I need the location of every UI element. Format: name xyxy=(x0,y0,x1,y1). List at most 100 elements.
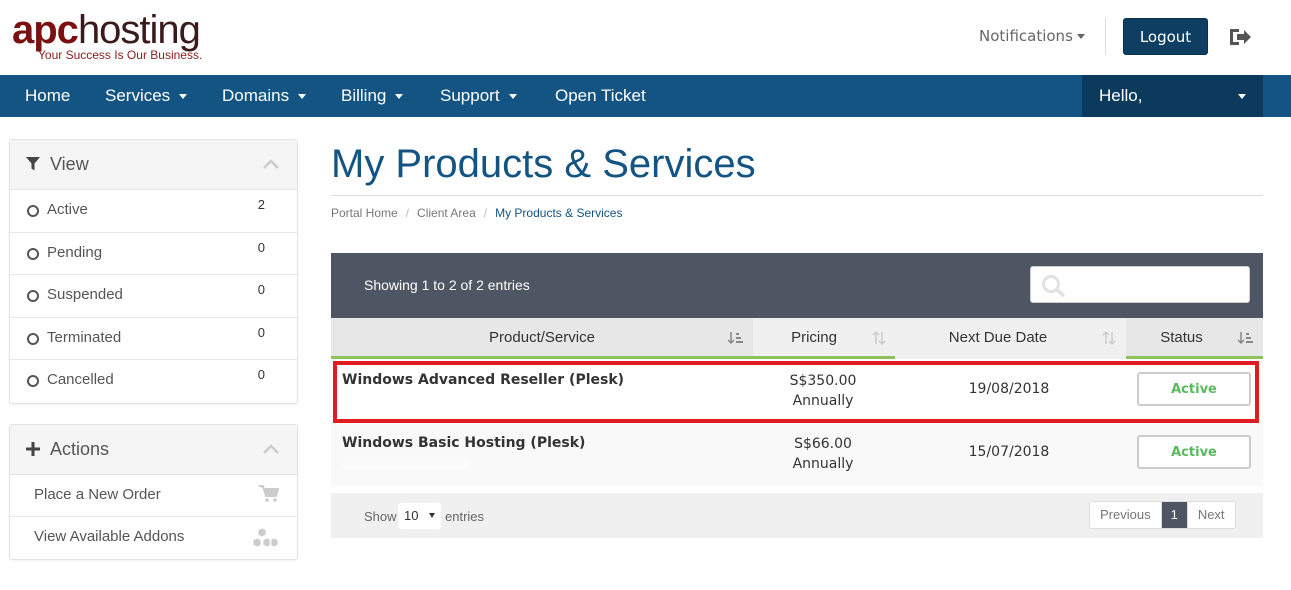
column-label: Status xyxy=(1160,329,1203,346)
nav-home-label: Home xyxy=(25,86,71,105)
action-label: Place a New Order xyxy=(34,486,161,503)
chevron-down-icon xyxy=(508,94,517,100)
logo-tagline: Your Success Is Our Business. xyxy=(38,48,203,62)
chevron-down-icon xyxy=(1238,94,1246,99)
breadcrumb-portal-home[interactable]: Portal Home xyxy=(331,206,398,220)
entries-label: entries xyxy=(445,509,485,524)
table-row[interactable]: Windows Advanced Reseller (Plesk) S$350.… xyxy=(331,360,1263,423)
product-name[interactable]: Windows Basic Hosting (Plesk) xyxy=(342,435,585,451)
next-button[interactable]: Next xyxy=(1186,502,1235,528)
status-badge[interactable]: Active xyxy=(1137,435,1251,469)
chevron-up-icon[interactable] xyxy=(263,159,279,169)
entries-info: Showing 1 to 2 of 2 entries xyxy=(364,277,530,293)
radio-icon xyxy=(27,290,39,302)
notifications-label: Notifications xyxy=(979,27,1073,45)
chevron-down-icon xyxy=(298,94,307,100)
column-status[interactable]: Status xyxy=(1126,318,1263,359)
filter-suspended[interactable]: Suspended 0 xyxy=(10,275,297,318)
view-panel-title: View xyxy=(50,154,89,174)
filter-cancelled[interactable]: Cancelled 0 xyxy=(10,360,297,403)
sort-asc-icon xyxy=(728,332,743,345)
logo[interactable]: apchosting Your Success Is Our Business. xyxy=(12,10,202,62)
breadcrumb-current: My Products & Services xyxy=(495,206,623,220)
filter-label: Active xyxy=(47,201,88,218)
nav-services[interactable]: Services xyxy=(105,75,188,117)
column-label: Next Due Date xyxy=(948,329,1048,346)
product-name[interactable]: Windows Advanced Reseller (Plesk) xyxy=(342,372,624,388)
filter-terminated[interactable]: Terminated 0 xyxy=(10,318,297,360)
user-greeting: Hello, xyxy=(1099,86,1143,105)
breadcrumb-client-area[interactable]: Client Area xyxy=(417,206,476,220)
header-divider xyxy=(1105,18,1106,55)
price-amount: S$66.00 xyxy=(794,436,852,452)
chevron-down-icon xyxy=(429,513,435,518)
action-place-new-order[interactable]: Place a New Order xyxy=(10,475,297,517)
table-toolbar: Showing 1 to 2 of 2 entries xyxy=(331,253,1263,318)
next-due-date: 19/08/2018 xyxy=(968,381,1050,397)
column-label: Product/Service xyxy=(489,329,595,346)
show-label: Show xyxy=(364,509,397,524)
breadcrumb-separator: / xyxy=(483,206,488,220)
filter-active[interactable]: Active 2 xyxy=(10,190,297,233)
nav-domains[interactable]: Domains xyxy=(222,75,307,117)
nav-home[interactable]: Home xyxy=(25,75,70,117)
nav-billing[interactable]: Billing xyxy=(341,75,404,117)
chevron-up-icon[interactable] xyxy=(263,444,279,454)
nav-open-ticket-label: Open Ticket xyxy=(555,86,646,105)
nav-services-label: Services xyxy=(105,86,171,105)
chevron-down-icon xyxy=(1076,34,1085,39)
previous-button[interactable]: Previous xyxy=(1090,502,1161,528)
filter-label: Suspended xyxy=(47,286,123,303)
filter-label: Pending xyxy=(47,243,103,261)
user-menu[interactable]: Hello, xyxy=(1082,75,1263,117)
status-badge[interactable]: Active xyxy=(1137,372,1251,406)
page-length-select[interactable]: 10 xyxy=(398,503,441,529)
page-1-button[interactable]: 1 xyxy=(1160,502,1187,528)
actions-panel-title: Actions xyxy=(50,439,110,459)
column-pricing[interactable]: Pricing xyxy=(753,318,895,359)
logout-button[interactable]: Logout xyxy=(1123,18,1208,55)
product-pricing: S$350.00 Annually xyxy=(753,371,893,411)
page-length-value: 10 xyxy=(404,508,419,523)
table-search-input[interactable] xyxy=(1030,266,1250,303)
filter-count: 0 xyxy=(257,282,265,297)
filter-icon xyxy=(26,157,40,171)
cubes-icon xyxy=(253,527,279,548)
action-view-addons[interactable]: View Available Addons xyxy=(10,517,297,559)
radio-icon xyxy=(27,205,39,217)
view-panel-header[interactable]: View xyxy=(10,140,297,190)
view-panel: View Active 2 Pending 0 Suspended 0 Termina… xyxy=(9,139,298,404)
action-label: View Available Addons xyxy=(34,528,185,545)
nav-billing-label: Billing xyxy=(341,86,387,105)
next-due-date: 15/07/2018 xyxy=(968,444,1050,460)
filter-pending[interactable]: Pending 0 xyxy=(10,233,297,275)
filter-count: 0 xyxy=(257,239,265,255)
filter-label: Terminated xyxy=(47,328,122,346)
page-title: My Products & Services xyxy=(331,142,756,186)
sign-out-icon[interactable] xyxy=(1228,26,1252,48)
nav-domains-label: Domains xyxy=(222,86,290,105)
billing-cycle: Annually xyxy=(792,456,854,472)
top-header: apchosting Your Success Is Our Business.… xyxy=(0,0,1291,75)
actions-panel-header[interactable]: Actions xyxy=(10,425,297,475)
radio-icon xyxy=(27,375,39,387)
filter-label: Cancelled xyxy=(47,371,114,388)
table-row[interactable]: Windows Basic Hosting (Plesk) S$66.00 Ann… xyxy=(331,423,1263,486)
column-next-due-date[interactable]: Next Due Date xyxy=(895,318,1125,359)
nav-support[interactable]: Support xyxy=(440,75,517,117)
table-header: Product/Service Pricing Next Due Date St… xyxy=(331,318,1263,359)
column-product-service[interactable]: Product/Service xyxy=(331,318,753,359)
breadcrumb-separator: / xyxy=(405,206,410,220)
filter-count: 0 xyxy=(257,367,265,382)
chevron-down-icon xyxy=(179,94,188,100)
nav-open-ticket[interactable]: Open Ticket xyxy=(555,75,646,117)
sort-icon xyxy=(872,331,886,345)
column-label: Pricing xyxy=(791,329,837,346)
search-icon xyxy=(1042,275,1066,298)
billing-cycle: Annually xyxy=(792,393,854,409)
logo-hosting-text: hosting xyxy=(77,8,201,52)
sort-asc-icon xyxy=(1238,332,1253,345)
filter-count: 0 xyxy=(257,324,265,340)
main-nav: Home Services Domains Billing Support Op… xyxy=(0,75,1291,117)
notifications-dropdown[interactable]: Notifications xyxy=(979,27,1085,45)
